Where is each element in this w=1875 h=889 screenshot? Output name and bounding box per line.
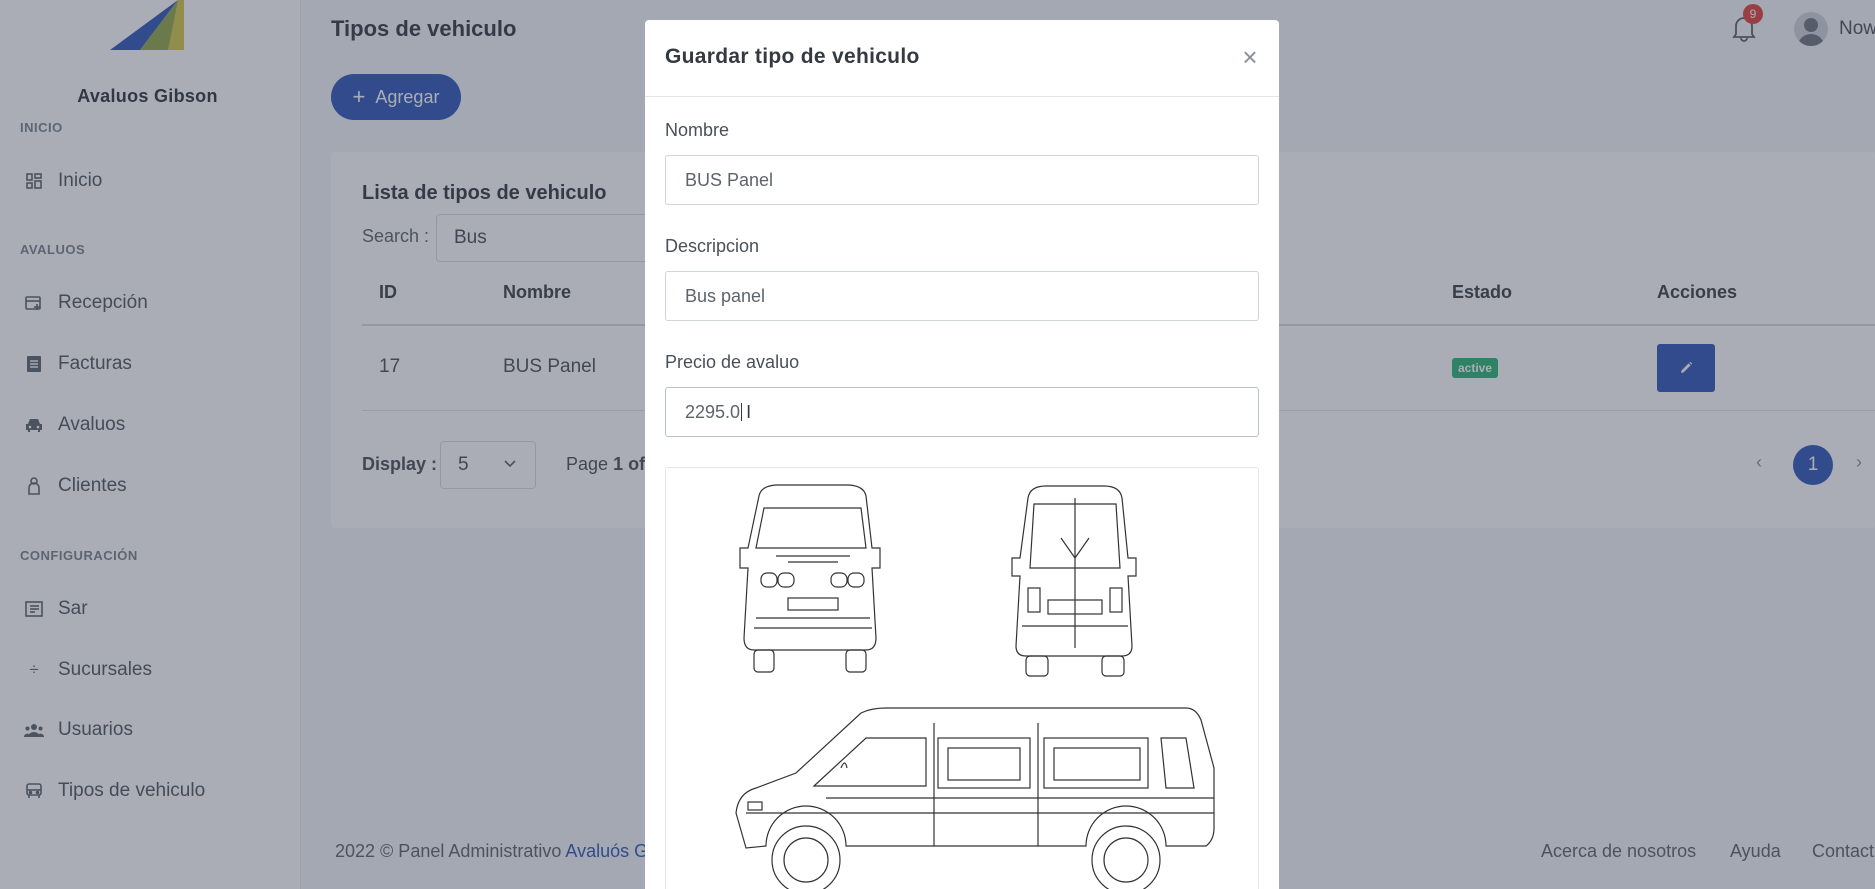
van-side-view xyxy=(735,707,1215,889)
modal-title: Guardar tipo de vehiculo xyxy=(665,45,920,68)
save-vehicle-type-modal: Guardar tipo de vehiculo × Nombre BUS Pa… xyxy=(645,20,1279,889)
precio-value: 2295.0 xyxy=(685,401,741,422)
van-rear-view xyxy=(1011,485,1137,677)
close-icon[interactable]: × xyxy=(1237,44,1263,70)
vehicle-image-preview xyxy=(665,467,1259,889)
precio-input[interactable]: 2295.0 I xyxy=(665,387,1259,437)
text-cursor xyxy=(741,403,743,421)
nombre-input[interactable]: BUS Panel xyxy=(665,155,1259,205)
ibeam-cursor-icon: I xyxy=(746,401,752,422)
van-front-view xyxy=(739,484,881,673)
precio-label: Precio de avaluo xyxy=(665,352,800,372)
modal-header: Guardar tipo de vehiculo × xyxy=(645,20,1279,97)
descripcion-label: Descripcion xyxy=(665,236,760,256)
descripcion-input[interactable]: Bus panel xyxy=(665,271,1259,321)
van-blueprint-image xyxy=(735,484,1215,889)
nombre-label: Nombre xyxy=(665,120,730,140)
